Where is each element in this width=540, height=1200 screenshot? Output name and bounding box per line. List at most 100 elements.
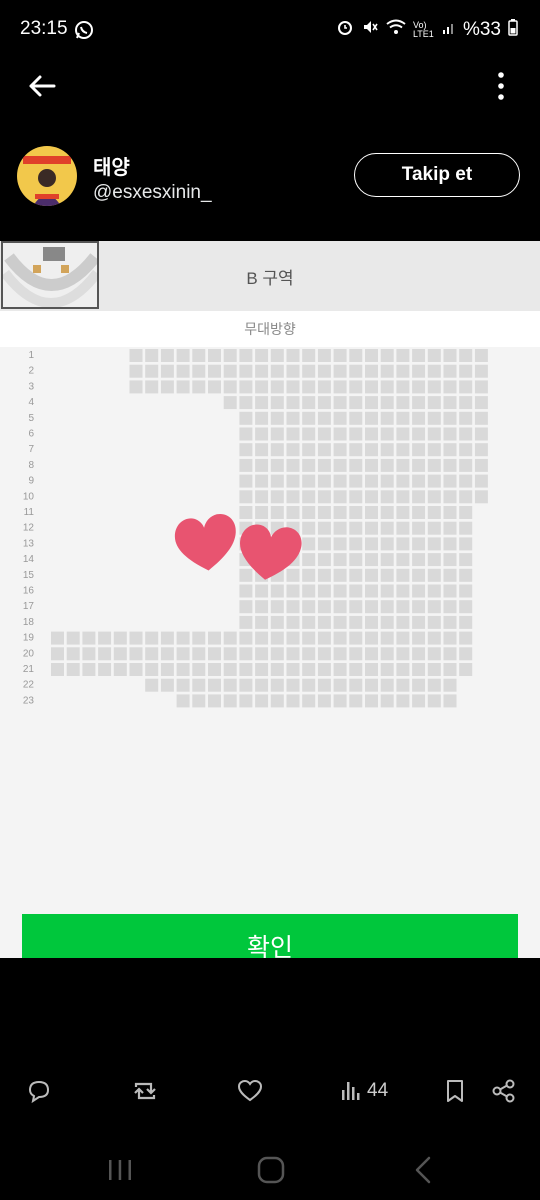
seat[interactable] xyxy=(349,411,363,425)
seat[interactable] xyxy=(145,663,159,676)
seat[interactable] xyxy=(302,380,316,394)
seat[interactable] xyxy=(333,521,347,535)
seat[interactable] xyxy=(270,474,284,488)
seat[interactable] xyxy=(427,553,441,567)
seat[interactable] xyxy=(145,647,159,661)
seat[interactable] xyxy=(380,443,394,457)
seat[interactable] xyxy=(427,474,441,488)
seat[interactable] xyxy=(286,427,300,441)
follow-button[interactable]: Takip et xyxy=(354,153,520,197)
seat[interactable] xyxy=(443,663,457,676)
seat[interactable] xyxy=(365,506,378,519)
seat[interactable] xyxy=(459,458,473,472)
seat[interactable] xyxy=(443,647,457,661)
seat[interactable] xyxy=(176,349,190,362)
seat[interactable] xyxy=(365,553,378,567)
seat[interactable] xyxy=(302,506,316,519)
seat[interactable] xyxy=(333,474,347,488)
seat[interactable] xyxy=(66,663,80,676)
seat[interactable] xyxy=(365,443,378,457)
seat[interactable] xyxy=(412,490,426,504)
seat[interactable] xyxy=(443,506,457,519)
seat[interactable] xyxy=(412,411,426,425)
seat[interactable] xyxy=(208,364,221,378)
seat[interactable] xyxy=(302,553,316,567)
seat[interactable] xyxy=(286,694,300,708)
seat[interactable] xyxy=(380,647,394,661)
seat[interactable] xyxy=(333,458,347,472)
seat[interactable] xyxy=(412,349,426,362)
seat[interactable] xyxy=(255,380,269,394)
seat[interactable] xyxy=(412,396,426,410)
seat[interactable] xyxy=(396,521,410,535)
seat[interactable] xyxy=(380,364,394,378)
seat[interactable] xyxy=(459,568,473,582)
seat[interactable] xyxy=(365,694,378,708)
seat[interactable] xyxy=(349,663,363,676)
seat[interactable] xyxy=(427,427,441,441)
seat[interactable] xyxy=(302,411,316,425)
seat[interactable] xyxy=(286,506,300,519)
seat[interactable] xyxy=(317,694,331,708)
seat[interactable] xyxy=(302,584,316,598)
seat[interactable] xyxy=(396,553,410,567)
seat[interactable] xyxy=(396,427,410,441)
seat[interactable] xyxy=(349,490,363,504)
seat[interactable] xyxy=(129,349,143,362)
seat[interactable] xyxy=(427,678,441,692)
seat[interactable] xyxy=(459,380,473,394)
seat[interactable] xyxy=(223,678,237,692)
seat[interactable] xyxy=(380,663,394,676)
seat[interactable] xyxy=(459,631,473,645)
seat[interactable] xyxy=(223,364,237,378)
seat[interactable] xyxy=(317,458,331,472)
seat[interactable] xyxy=(396,443,410,457)
seat[interactable] xyxy=(192,380,206,394)
seat[interactable] xyxy=(51,631,64,645)
seat[interactable] xyxy=(176,678,190,692)
share-button[interactable] xyxy=(491,1070,517,1112)
seat[interactable] xyxy=(270,615,284,629)
seat[interactable] xyxy=(317,678,331,692)
seat[interactable] xyxy=(176,380,190,394)
seat[interactable] xyxy=(459,411,473,425)
seat[interactable] xyxy=(380,380,394,394)
seat[interactable] xyxy=(412,364,426,378)
seat[interactable] xyxy=(380,490,394,504)
seat[interactable] xyxy=(223,349,237,362)
seat[interactable] xyxy=(412,647,426,661)
bookmark-button[interactable] xyxy=(444,1070,466,1112)
seat[interactable] xyxy=(145,678,159,692)
seat[interactable] xyxy=(302,678,316,692)
seat[interactable] xyxy=(255,506,269,519)
more-options-button[interactable] xyxy=(490,68,512,104)
seat[interactable] xyxy=(333,364,347,378)
seat[interactable] xyxy=(208,647,221,661)
seat[interactable] xyxy=(255,427,269,441)
seat[interactable] xyxy=(443,474,457,488)
seat[interactable] xyxy=(396,615,410,629)
seat[interactable] xyxy=(239,474,253,488)
seat[interactable] xyxy=(302,694,316,708)
display-name[interactable]: 태양 xyxy=(93,151,130,180)
seat[interactable] xyxy=(255,458,269,472)
seat[interactable] xyxy=(459,349,473,362)
seat[interactable] xyxy=(286,396,300,410)
seat[interactable] xyxy=(349,458,363,472)
seat[interactable] xyxy=(333,631,347,645)
seat[interactable] xyxy=(317,663,331,676)
seat[interactable] xyxy=(396,349,410,362)
seat[interactable] xyxy=(239,647,253,661)
seat[interactable] xyxy=(145,364,159,378)
seat[interactable] xyxy=(365,647,378,661)
seat[interactable] xyxy=(208,663,221,676)
seat[interactable] xyxy=(365,396,378,410)
seat[interactable] xyxy=(98,663,112,676)
seat[interactable] xyxy=(255,600,269,614)
seat[interactable] xyxy=(286,380,300,394)
seat[interactable] xyxy=(176,694,190,708)
seat[interactable] xyxy=(443,443,457,457)
seat[interactable] xyxy=(286,678,300,692)
seat[interactable] xyxy=(396,600,410,614)
seat[interactable] xyxy=(474,443,488,457)
